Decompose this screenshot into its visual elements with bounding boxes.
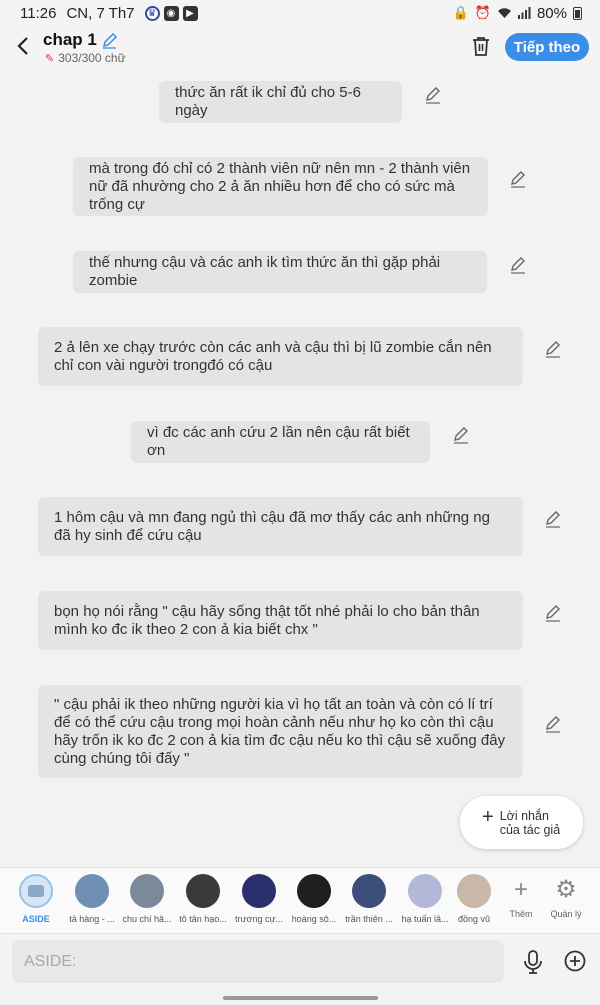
chat-area: thức ăn rất ik chỉ đủ cho 5-6 ngày mà tr…	[0, 70, 600, 867]
quill-icon: ✎	[45, 52, 55, 65]
plus-circle-icon	[564, 950, 586, 972]
pencil-icon	[546, 716, 560, 733]
author-note-line2: của tác giả	[499, 822, 561, 837]
microphone-button[interactable]	[522, 950, 544, 974]
trash-icon	[473, 37, 489, 56]
message-bubble[interactable]: thế nhưng cậu và các anh ik tìm thức ăn …	[73, 251, 487, 293]
char-counter: ✎ 303/300 chữ	[45, 51, 126, 65]
avatar	[19, 874, 53, 908]
pencil-icon	[546, 605, 560, 622]
pencil-icon[interactable]	[101, 32, 118, 49]
more-label: Thêm	[509, 909, 533, 919]
character-name: tô tân hạo...	[179, 914, 227, 924]
chapter-title[interactable]: chap 1	[43, 30, 118, 50]
message-bubble[interactable]: 1 hôm cậu và mn đang ngủ thì cậu đã mơ t…	[38, 497, 523, 556]
character-bar: ASIDE tả hàng - ... chu chí hâ... tô tân…	[0, 867, 600, 933]
back-button[interactable]	[14, 36, 32, 56]
character-name: hạ tuấn lâ...	[401, 914, 449, 924]
character-name: tả hàng - ...	[69, 914, 115, 924]
alarm-icon: ⏰	[474, 5, 491, 20]
character-item[interactable]: hạ tuấn lâ...	[397, 874, 453, 924]
author-note-button[interactable]: + Lời nhắn của tác giả	[460, 796, 583, 849]
message-bubble[interactable]: bọn họ nói rằng " cậu hãy sống thật tốt …	[38, 591, 523, 650]
chapter-title-text: chap 1	[43, 30, 97, 49]
camera-notification-icon: ◉	[163, 5, 179, 21]
pencil-icon	[454, 427, 468, 444]
character-item[interactable]: trần thiên ...	[341, 874, 397, 924]
system-icons: 🔒 ⏰ 80%	[453, 5, 582, 22]
notification-icons: ♛ ◉ ▶	[144, 5, 198, 21]
plus-icon: +	[482, 805, 494, 828]
wifi-icon	[497, 8, 511, 18]
message-bubble[interactable]: thức ăn rất ik chỉ đủ cho 5-6 ngày	[159, 81, 402, 123]
edit-message-button[interactable]	[544, 510, 562, 528]
author-note-line1: Lời nhắn	[499, 808, 549, 823]
input-bar	[0, 933, 600, 990]
next-button[interactable]: Tiếp theo	[505, 33, 589, 61]
character-name: đồng vũ	[457, 914, 491, 924]
add-button[interactable]	[564, 950, 586, 972]
edit-message-button[interactable]	[452, 426, 470, 444]
home-indicator[interactable]	[223, 996, 378, 1000]
message-input[interactable]	[12, 940, 504, 983]
pencil-icon	[546, 511, 560, 528]
lock-icon: 🔒	[452, 5, 469, 20]
avatar	[242, 874, 276, 908]
delete-button[interactable]	[470, 35, 492, 57]
pencil-icon	[546, 341, 560, 358]
message-bubble[interactable]: " cậu phải ik theo những người kia vì họ…	[38, 685, 523, 778]
pencil-icon	[511, 171, 525, 188]
plus-icon: +	[513, 876, 528, 903]
character-name: trần thiên ...	[345, 914, 393, 924]
signal-icon	[517, 7, 531, 19]
edit-message-button[interactable]	[544, 340, 562, 358]
chevron-left-icon	[17, 37, 28, 55]
speech-bubble-icon	[28, 885, 44, 897]
status-bar: 11:26 CN, 7 Th7 ♛ ◉ ▶ 🔒 ⏰ 80%	[0, 0, 600, 26]
header: chap 1 ✎ 303/300 chữ Tiếp theo	[0, 26, 600, 70]
youtube-notification-icon: ▶	[182, 5, 198, 21]
avatar	[186, 874, 220, 908]
edit-message-button[interactable]	[509, 170, 527, 188]
author-note-label: Lời nhắn của tác giả	[500, 809, 560, 837]
message-bubble[interactable]: vì đc các anh cứu 2 lần nên cậu rất biết…	[131, 421, 430, 463]
avatar	[408, 874, 442, 908]
character-name: ASIDE	[22, 914, 50, 924]
character-item[interactable]: chu chí hâ...	[119, 874, 175, 924]
gear-icon: ⚙	[555, 876, 577, 903]
edit-message-button[interactable]	[509, 256, 527, 274]
message-bubble[interactable]: mà trong đó chỉ có 2 thành viên nữ nên m…	[73, 157, 488, 216]
manage-button[interactable]: ⚙ Quản lý	[546, 876, 586, 919]
pencil-icon	[511, 257, 525, 274]
microphone-icon	[524, 950, 542, 974]
character-item[interactable]: tả hàng - ...	[64, 874, 120, 924]
pencil-icon	[426, 87, 440, 104]
message-bubble[interactable]: 2 ả lên xe chạy trước còn các anh và cậu…	[38, 327, 523, 386]
avatar	[130, 874, 164, 908]
character-item[interactable]: tô tân hạo...	[175, 874, 231, 924]
character-name: hoàng sô...	[291, 914, 337, 924]
character-item[interactable]: trương cự...	[231, 874, 287, 924]
avatar	[457, 874, 491, 908]
char-count-text: 303/300 chữ	[58, 51, 126, 65]
manage-label: Quản lý	[550, 909, 582, 919]
character-item[interactable]: hoàng sô...	[286, 874, 342, 924]
character-item[interactable]: đồng vũ	[452, 874, 496, 924]
character-name: trương cự...	[235, 914, 283, 924]
character-aside[interactable]: ASIDE	[8, 874, 64, 924]
avatar	[75, 874, 109, 908]
status-time: 11:26	[20, 4, 57, 22]
edit-message-button[interactable]	[544, 715, 562, 733]
edit-message-button[interactable]	[424, 86, 442, 104]
edit-message-button[interactable]	[544, 604, 562, 622]
avatar	[352, 874, 386, 908]
battery-percent: 80%	[536, 4, 567, 22]
app-notification-icon: ♛	[144, 5, 160, 21]
more-button[interactable]: + Thêm	[501, 876, 541, 919]
avatar	[297, 874, 331, 908]
character-name: chu chí hâ...	[122, 914, 172, 924]
battery-icon	[573, 6, 582, 20]
status-date: CN, 7 Th7	[66, 4, 135, 22]
